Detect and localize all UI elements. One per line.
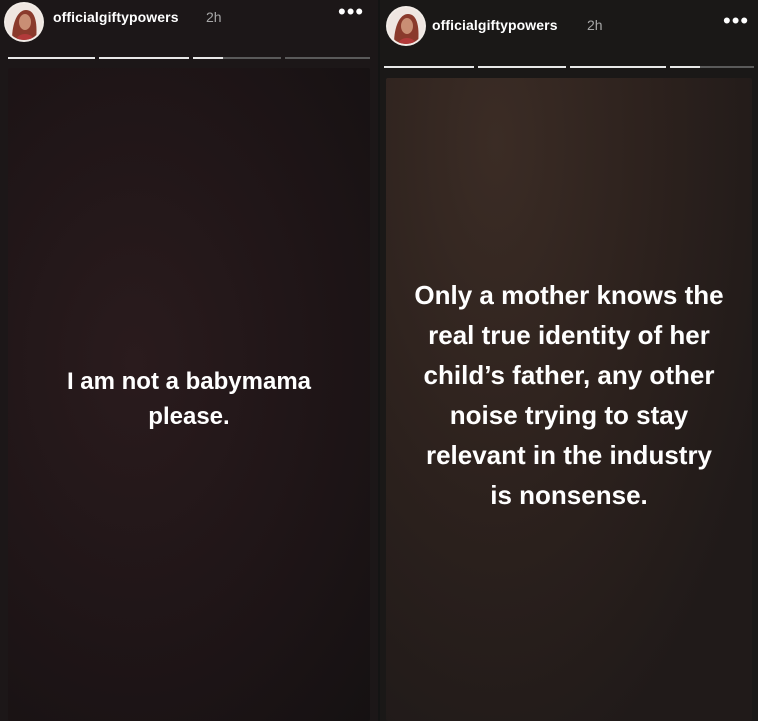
progress-segment-pending [223, 57, 281, 59]
story-panel-left: officialgiftypowers 2h ••• I am not a ba… [0, 0, 378, 721]
story-progress-bar [8, 57, 370, 59]
story-content[interactable]: Only a mother knows the real true identi… [386, 78, 752, 721]
username-link[interactable]: officialgiftypowers [53, 9, 179, 25]
progress-segment [384, 66, 474, 68]
more-options-icon[interactable]: ••• [338, 1, 364, 23]
story-caption: I am not a babymama please. [66, 368, 312, 430]
username-link[interactable]: officialgiftypowers [432, 17, 558, 33]
progress-segment [99, 57, 189, 59]
more-options-icon[interactable]: ••• [723, 10, 749, 32]
post-time: 2h [587, 17, 603, 33]
story-header: officialgiftypowers 2h ••• [380, 0, 758, 48]
story-content[interactable]: I am not a babymama please. [8, 68, 370, 721]
story-panel-right: officialgiftypowers 2h ••• Only a mother… [380, 0, 758, 721]
story-header: officialgiftypowers 2h ••• [0, 0, 378, 48]
progress-segment [285, 57, 370, 59]
progress-segment-active [670, 66, 700, 68]
progress-segment [478, 66, 566, 68]
avatar-portrait-icon [6, 4, 42, 40]
story-caption: Only a mother knows the real true identi… [414, 280, 724, 510]
post-time: 2h [206, 9, 222, 25]
progress-segment [8, 57, 95, 59]
avatar[interactable] [388, 8, 424, 44]
progress-segment-pending [700, 66, 754, 68]
avatar-portrait-icon [388, 8, 424, 44]
progress-segment [570, 66, 666, 68]
progress-segment-active [193, 57, 223, 59]
avatar[interactable] [6, 4, 42, 40]
story-progress-bar [384, 66, 754, 68]
